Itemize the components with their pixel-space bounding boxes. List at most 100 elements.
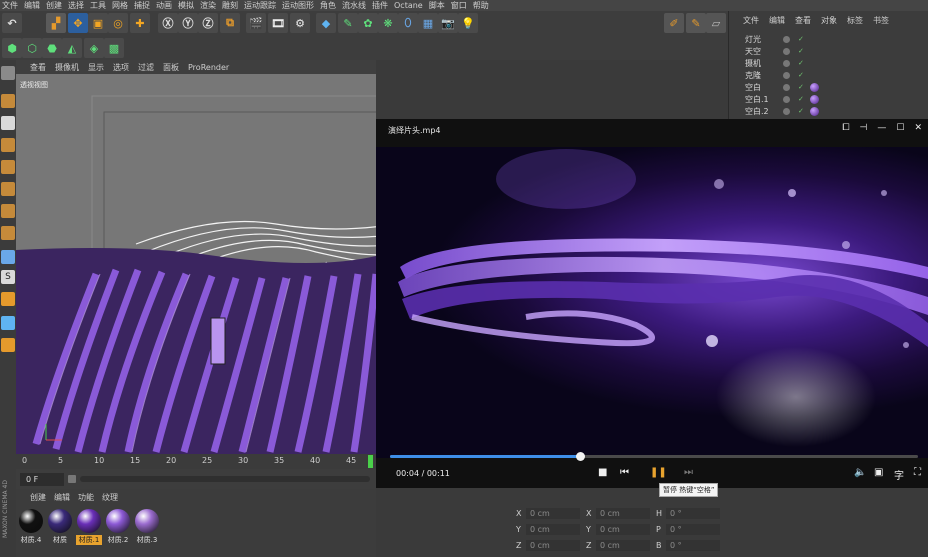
object-manager-tab[interactable]: 查看 [795, 15, 811, 29]
floor-icon[interactable]: ▦ [418, 13, 438, 33]
visibility-dot-icon[interactable] [783, 47, 790, 55]
video-frame[interactable] [376, 147, 928, 458]
object-manager-tab[interactable]: 编辑 [769, 15, 785, 29]
perspective-viewport[interactable]: 透视视图 [16, 74, 376, 454]
checker-icon[interactable] [1, 116, 15, 130]
menu-item[interactable]: 网格 [112, 0, 128, 11]
object-manager-tab[interactable]: 书签 [873, 15, 889, 29]
axis-icon[interactable] [1, 204, 15, 218]
select-tool-icon[interactable]: ▞ [46, 13, 66, 33]
menu-item[interactable]: 流水线 [342, 0, 366, 11]
paint-brush-icon[interactable]: ✎ [686, 13, 706, 33]
menu-item[interactable]: 模拟 [178, 0, 194, 11]
uv-mode-icon[interactable]: ▩ [104, 38, 124, 58]
viewport-menu-item[interactable]: 查看 [30, 62, 46, 73]
seek-bar[interactable] [390, 452, 918, 461]
coordinate-system-icon[interactable]: ⧉ [220, 13, 240, 33]
coordinate-field[interactable]: 0 cm [526, 540, 580, 551]
stop-icon[interactable]: ■ [598, 467, 607, 478]
frame-range-slider[interactable] [80, 476, 370, 482]
viewport-menu-item[interactable]: 选项 [113, 62, 129, 73]
menu-item[interactable]: 动画 [156, 0, 172, 11]
material-manager-tab[interactable]: 编辑 [54, 492, 70, 503]
current-frame-field[interactable]: 0 F [20, 473, 64, 486]
previous-icon[interactable]: ⏮ [620, 467, 629, 478]
lock-icon[interactable] [1, 338, 15, 352]
seek-handle[interactable] [576, 452, 586, 461]
viewport-menu-item[interactable]: 显示 [88, 62, 104, 73]
object-row[interactable]: 空白.2 ✓ [733, 105, 923, 117]
material-swatch[interactable]: 材质.2 [105, 509, 131, 545]
grid-icon[interactable] [1, 316, 15, 330]
visibility-dot-icon[interactable] [783, 83, 790, 91]
object-row[interactable]: 空白.1 ✓ [733, 93, 923, 105]
enabled-check-icon[interactable]: ✓ [798, 47, 804, 55]
menu-item[interactable]: 编辑 [24, 0, 40, 11]
cube-icon[interactable]: ◆ [316, 13, 336, 33]
coordinate-field[interactable]: 0 cm [526, 524, 580, 535]
x-axis-icon[interactable]: Ⓧ [158, 13, 178, 33]
coordinate-field[interactable]: 0 ° [666, 508, 720, 519]
coordinate-field[interactable]: 0 cm [596, 508, 650, 519]
model-mode-icon[interactable]: ⬢ [2, 38, 22, 58]
material-manager-tab[interactable]: 创建 [30, 492, 46, 503]
viewport-menu-item[interactable]: 过滤 [138, 62, 154, 73]
object-row[interactable]: 克隆 ✓ [733, 69, 923, 81]
tweak-icon[interactable] [1, 226, 15, 240]
menu-item[interactable]: 工具 [90, 0, 106, 11]
enabled-check-icon[interactable]: ✓ [798, 71, 804, 79]
timeline-ruler[interactable]: 0 5 10 15 20 25 30 35 40 45 [16, 454, 376, 469]
material-swatch[interactable]: 材质.3 [134, 509, 160, 545]
object-row[interactable]: 灯光 ✓ [733, 33, 923, 45]
visibility-dot-icon[interactable] [783, 59, 790, 67]
material-swatch[interactable]: 材质 [47, 509, 73, 545]
menu-item[interactable]: 脚本 [429, 0, 445, 11]
render-settings-icon[interactable]: ⚙ [290, 13, 310, 33]
menu-item[interactable]: 角色 [320, 0, 336, 11]
live-select-icon[interactable]: ✚ [130, 13, 150, 33]
coordinate-field[interactable]: 0 cm [526, 508, 580, 519]
rotate-tool-icon[interactable]: ◎ [108, 13, 128, 33]
pen-spline-icon[interactable]: ✎ [338, 13, 358, 33]
playhead[interactable] [368, 455, 373, 468]
minimize-icon[interactable]: — [877, 123, 886, 133]
menu-item[interactable]: 雕刻 [222, 0, 238, 11]
material-swatch[interactable]: 材质.1 [76, 509, 102, 545]
close-icon[interactable]: ✕ [914, 123, 922, 133]
menu-item[interactable]: 选择 [68, 0, 84, 11]
object-row[interactable]: 天空 ✓ [733, 45, 923, 57]
menu-item[interactable]: 捕捉 [134, 0, 150, 11]
fullscreen-icon[interactable]: ⛶ [914, 467, 921, 478]
coordinate-field[interactable]: 0 cm [596, 540, 650, 551]
y-axis-icon[interactable]: Ⓨ [178, 13, 198, 33]
object-manager-tab[interactable]: 对象 [821, 15, 837, 29]
material-tag-icon[interactable] [809, 106, 819, 116]
visibility-dot-icon[interactable] [783, 35, 790, 43]
scale-tool-icon[interactable]: ▣ [88, 13, 108, 33]
subtitle-icon[interactable]: 字 [894, 467, 904, 482]
viewport-menu-item[interactable]: 面板 [163, 62, 179, 73]
frame-stepper-icon[interactable] [68, 475, 76, 483]
pin-on-top-icon[interactable]: ⊣ [860, 123, 868, 133]
object-mode-icon[interactable]: ⬡ [22, 38, 42, 58]
menu-item[interactable]: 帮助 [473, 0, 489, 11]
menu-item[interactable]: 创建 [46, 0, 62, 11]
s-icon[interactable]: S [1, 270, 15, 284]
make-editable-icon[interactable] [1, 66, 15, 80]
coordinate-field[interactable]: 0 cm [596, 524, 650, 535]
pin-icon[interactable]: ⧠ [842, 123, 849, 133]
render-view-icon[interactable]: 🎬 [246, 13, 266, 33]
material-manager-tab[interactable]: 功能 [78, 492, 94, 503]
enabled-check-icon[interactable]: ✓ [798, 95, 804, 103]
render-picture-viewer-icon[interactable]: 🎞 [268, 13, 288, 33]
material-manager-tab[interactable]: 纹理 [102, 492, 118, 503]
sculpt-brush-icon[interactable]: ✐ [664, 13, 684, 33]
pause-icon[interactable]: ❚❚ [650, 467, 667, 478]
material-swatch[interactable]: 材质.4 [18, 509, 44, 545]
visibility-dot-icon[interactable] [783, 107, 790, 115]
texture-icon[interactable] [1, 160, 15, 174]
object-manager-tab[interactable]: 文件 [743, 15, 759, 29]
magnet-icon[interactable] [1, 292, 15, 306]
menu-item[interactable]: 文件 [2, 0, 18, 11]
object-row[interactable]: 摄机 ✓ [733, 57, 923, 69]
